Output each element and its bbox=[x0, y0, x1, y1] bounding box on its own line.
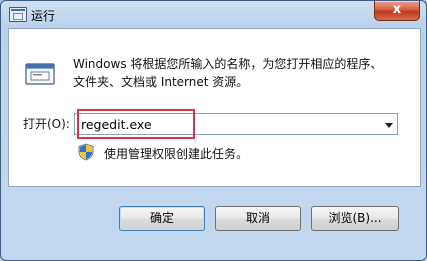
open-label: 打开(O): bbox=[23, 117, 70, 131]
dropdown-arrow-icon[interactable] bbox=[385, 123, 393, 128]
uac-shield-icon bbox=[78, 143, 94, 161]
dialog-body: Windows 将根据您所输入的名称，为您打开相应的程序、 文件夹、文档或 In… bbox=[8, 28, 421, 187]
admin-note: 使用管理权限创建此任务。 bbox=[104, 147, 249, 161]
run-dialog: 运行 x Windows 将根据您所输入的名称，为您打开相应的程序、 文件夹、文… bbox=[0, 0, 427, 261]
close-button[interactable]: x bbox=[374, 1, 420, 21]
highlight-annotation bbox=[77, 109, 195, 139]
title-bar[interactable]: 运行 x bbox=[1, 1, 426, 28]
instruction-line-1: Windows 将根据您所输入的名称，为您打开相应的程序、 bbox=[73, 57, 383, 71]
window-title: 运行 bbox=[31, 9, 56, 23]
ok-button[interactable]: 确定 bbox=[119, 206, 205, 231]
instruction-text: Windows 将根据您所输入的名称，为您打开相应的程序、 文件夹、文档或 In… bbox=[73, 55, 413, 91]
cancel-button[interactable]: 取消 bbox=[215, 206, 301, 231]
close-icon: x bbox=[392, 2, 402, 17]
run-dialog-icon bbox=[9, 7, 27, 22]
instruction-line-2: 文件夹、文档或 Internet 资源。 bbox=[73, 75, 249, 89]
browse-button[interactable]: 浏览(B)... bbox=[311, 206, 399, 231]
run-program-icon bbox=[25, 63, 55, 85]
